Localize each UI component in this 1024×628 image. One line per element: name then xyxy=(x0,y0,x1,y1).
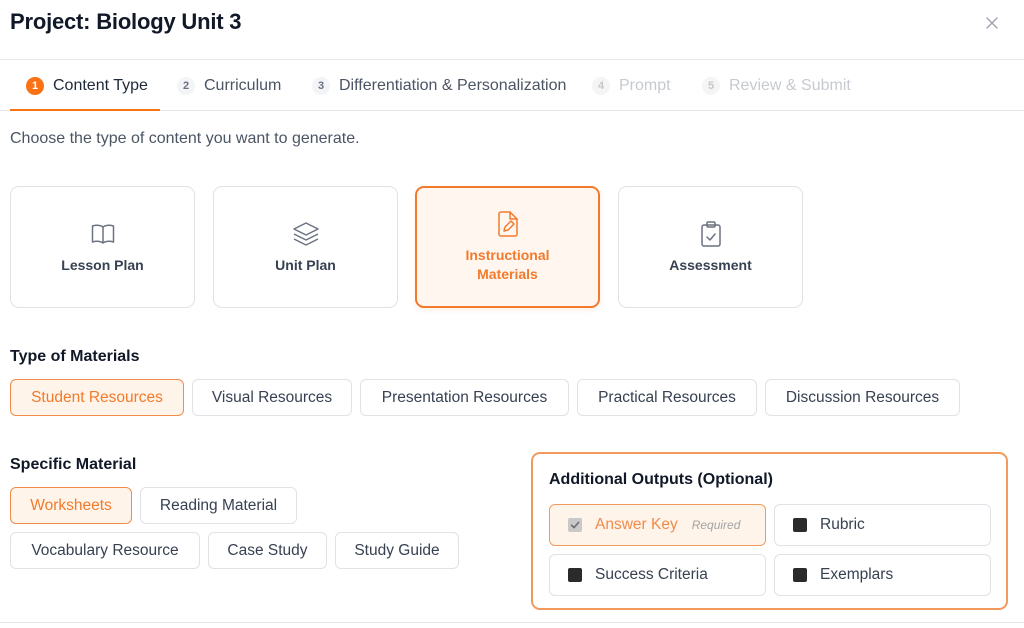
chip-discussion-resources[interactable]: Discussion Resources xyxy=(765,379,960,416)
chip-student-resources[interactable]: Student Resources xyxy=(10,379,184,416)
option-label: Exemplars xyxy=(820,566,894,583)
step-label: Prompt xyxy=(619,76,671,94)
chip-vocabulary-resource[interactable]: Vocabulary Resource xyxy=(10,532,200,569)
step-label: Review & Submit xyxy=(729,76,851,94)
step-prompt: 4 Prompt xyxy=(592,60,671,111)
chip-study-guide[interactable]: Study Guide xyxy=(335,532,459,569)
step-number: 2 xyxy=(177,76,195,95)
option-label: Success Criteria xyxy=(595,566,708,583)
active-step-indicator xyxy=(10,109,160,111)
chip-practical-resources[interactable]: Practical Resources xyxy=(577,379,757,416)
step-label: Differentiation & Personalization xyxy=(339,76,567,94)
step-label: Curriculum xyxy=(204,76,282,94)
modal-header: Project: Biology Unit 3 xyxy=(0,0,1024,60)
project-modal: Project: Biology Unit 3 1 Content Type 2… xyxy=(0,0,1024,628)
close-icon[interactable] xyxy=(980,11,1004,35)
card-assessment[interactable]: Assessment xyxy=(618,186,803,308)
modal-title: Project: Biology Unit 3 xyxy=(10,9,242,34)
file-edit-icon xyxy=(494,210,522,238)
chip-case-study[interactable]: Case Study xyxy=(208,532,327,569)
checkbox-icon[interactable] xyxy=(793,518,807,532)
card-label: Lesson Plan xyxy=(61,256,144,273)
page-subtitle: Choose the type of content you want to g… xyxy=(10,130,360,147)
card-label: Assessment xyxy=(669,256,752,273)
option-success-criteria[interactable]: Success Criteria xyxy=(549,554,766,596)
step-number: 1 xyxy=(26,76,44,95)
chip-reading-material[interactable]: Reading Material xyxy=(140,487,297,524)
required-badge: Required xyxy=(691,518,741,532)
card-label: Instructional Materials xyxy=(465,247,550,282)
step-differentiation[interactable]: 3 Differentiation & Personalization xyxy=(312,60,566,111)
footer-divider xyxy=(0,622,1024,623)
materials-section-label: Type of Materials xyxy=(10,348,140,365)
step-number: 4 xyxy=(592,76,610,95)
specific-section-label: Specific Material xyxy=(10,456,137,473)
chip-presentation-resources[interactable]: Presentation Resources xyxy=(360,379,569,416)
additional-outputs-panel: Additional Outputs (Optional) Answer Key… xyxy=(531,452,1008,610)
step-review-submit: 5 Review & Submit xyxy=(702,60,851,111)
option-rubric[interactable]: Rubric xyxy=(774,504,991,546)
card-lesson-plan[interactable]: Lesson Plan xyxy=(10,186,195,308)
step-content-type[interactable]: 1 Content Type xyxy=(26,60,148,111)
book-open-icon xyxy=(89,220,117,248)
chip-worksheets[interactable]: Worksheets xyxy=(10,487,132,524)
checkbox-checked-icon[interactable] xyxy=(568,518,582,532)
step-label: Content Type xyxy=(53,76,148,94)
checkbox-icon[interactable] xyxy=(793,568,807,582)
option-label: Answer Key xyxy=(595,516,678,533)
outputs-title: Additional Outputs (Optional) xyxy=(549,471,773,488)
card-label: Unit Plan xyxy=(275,256,336,273)
step-number: 5 xyxy=(702,76,720,95)
clipboard-check-icon xyxy=(697,220,725,248)
layers-icon xyxy=(292,220,320,248)
step-number: 3 xyxy=(312,76,330,95)
stepper: 1 Content Type 2 Curriculum 3 Differenti… xyxy=(0,60,1024,111)
option-exemplars[interactable]: Exemplars xyxy=(774,554,991,596)
chip-visual-resources[interactable]: Visual Resources xyxy=(192,379,352,416)
card-instructional-materials[interactable]: Instructional Materials xyxy=(415,186,600,308)
step-curriculum[interactable]: 2 Curriculum xyxy=(177,60,281,111)
option-label: Rubric xyxy=(820,516,865,533)
option-answer-key[interactable]: Answer Key Required xyxy=(549,504,766,546)
card-unit-plan[interactable]: Unit Plan xyxy=(213,186,398,308)
checkbox-icon[interactable] xyxy=(568,568,582,582)
